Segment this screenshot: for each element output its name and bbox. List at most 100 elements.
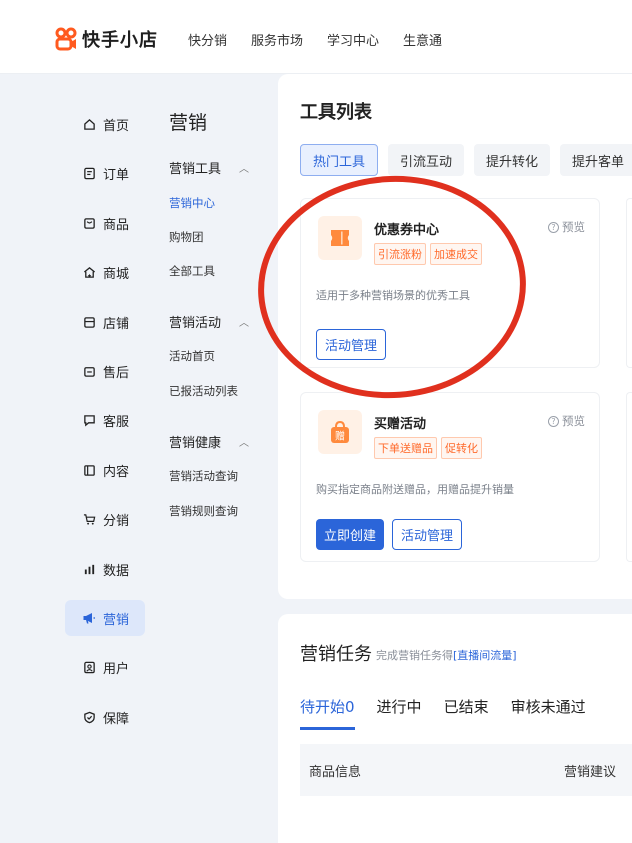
- tab-boost-conversion[interactable]: 提升转化: [474, 144, 551, 176]
- group-marketing-health[interactable]: 营销健康 ︿: [169, 432, 249, 451]
- nav-item-home[interactable]: 首页: [65, 106, 145, 142]
- tab-boost-order-value[interactable]: 提升客单: [560, 144, 632, 176]
- help-icon: ?: [548, 221, 559, 233]
- group-label: 营销活动: [169, 316, 222, 331]
- tool-description: 购买指定商品附送赠品，用赠品提升销量: [316, 483, 514, 496]
- tag: 加速成交: [430, 243, 482, 265]
- tool-card-peek[interactable]: [626, 392, 632, 562]
- tool-name: 买赠活动: [374, 417, 427, 432]
- live-traffic-link[interactable]: [直播间流量]: [453, 649, 517, 662]
- tasks-title: 营销任务: [300, 644, 372, 665]
- topnav-learning-center[interactable]: 学习中心: [327, 30, 379, 49]
- nav-item-mall[interactable]: 商城: [65, 254, 145, 290]
- nav-item-aftersale[interactable]: 售后: [65, 353, 145, 389]
- subnav-item-marketing-center[interactable]: 营销中心: [169, 195, 215, 211]
- nav-label: 营销: [103, 612, 130, 628]
- topnav-shengyitong[interactable]: 生意通: [403, 30, 442, 49]
- activity-manage-button[interactable]: 活动管理: [392, 519, 463, 550]
- help-icon: ?: [548, 415, 559, 427]
- task-table-header: 商品信息 营销建议: [300, 744, 632, 796]
- coupon-icon: [318, 216, 362, 260]
- card-actions: 立即创建 活动管理: [316, 519, 463, 550]
- subnav-item-rule-query[interactable]: 营销规则查询: [169, 503, 238, 519]
- create-now-button[interactable]: 立即创建: [316, 519, 385, 550]
- nav-label: 分销: [103, 513, 130, 529]
- nav-label: 保障: [103, 711, 130, 727]
- chevron-up-icon: ︿: [239, 164, 249, 175]
- tab-ended[interactable]: 已结束: [444, 696, 489, 730]
- tool-list-panel: 工具列表 热门工具 引流互动 提升转化 提升客单 优惠券中心 ? 预览 引流涨粉…: [278, 74, 632, 599]
- nav-item-distribution[interactable]: 分销: [65, 501, 145, 537]
- nav-label: 店铺: [103, 316, 130, 332]
- activity-manage-button[interactable]: 活动管理: [316, 329, 387, 360]
- preview-link[interactable]: ? 预览: [548, 413, 585, 429]
- group-marketing-tools[interactable]: 营销工具 ︿: [169, 158, 249, 177]
- tool-tags: 引流涨粉 加速成交: [374, 243, 482, 265]
- nav-label: 售后: [103, 365, 130, 381]
- subnav-item-activity-home[interactable]: 活动首页: [169, 348, 215, 364]
- gift-bag-icon: 赠: [318, 410, 362, 454]
- mall-icon: [82, 265, 96, 279]
- tag: 下单送赠品: [374, 437, 437, 459]
- service-icon: [82, 413, 96, 427]
- tab-pending[interactable]: 待开始0: [300, 696, 355, 730]
- preview-link[interactable]: ? 预览: [548, 219, 585, 235]
- tool-card-coupon-center[interactable]: 优惠券中心 ? 预览 引流涨粉 加速成交 适用于多种营销场景的优秀工具 活动管理: [300, 198, 600, 368]
- nav-item-content[interactable]: 内容: [65, 452, 145, 488]
- distribution-icon: [82, 512, 96, 526]
- nav-label: 商品: [103, 217, 130, 233]
- aftersale-icon: [82, 364, 96, 378]
- shop-icon: [82, 315, 96, 329]
- subnav-item-shopping-group[interactable]: 购物团: [169, 229, 204, 245]
- tool-list-title: 工具列表: [300, 102, 372, 123]
- card-actions: 活动管理: [316, 329, 387, 360]
- tab-hot-tools[interactable]: 热门工具: [300, 144, 379, 176]
- gift-icon-text: 赠: [335, 430, 345, 443]
- subnav-item-activity-query[interactable]: 营销活动查询: [169, 468, 238, 484]
- column-marketing-advice: 营销建议: [564, 764, 617, 780]
- nav-label: 用户: [103, 661, 130, 677]
- nav-item-customer-service[interactable]: 客服: [65, 402, 145, 438]
- subnav-item-all-tools[interactable]: 全部工具: [169, 263, 215, 279]
- preview-label: 预览: [562, 414, 585, 428]
- nav-label: 内容: [103, 464, 130, 480]
- order-icon: [82, 166, 96, 180]
- tab-rejected[interactable]: 审核未通过: [511, 696, 586, 730]
- nav-item-data[interactable]: 数据: [65, 551, 145, 587]
- top-bar: 快手小店 快分销 服务市场 学习中心 生意通: [0, 0, 632, 74]
- tool-card-peek[interactable]: [626, 198, 632, 368]
- nav-item-marketing[interactable]: 营销: [65, 600, 145, 636]
- topnav-service-market[interactable]: 服务市场: [251, 30, 303, 49]
- tasks-subtitle-text: 完成营销任务得: [376, 649, 453, 662]
- group-marketing-activities[interactable]: 营销活动 ︿: [169, 312, 249, 331]
- tool-description: 适用于多种营销场景的优秀工具: [316, 289, 470, 302]
- nav-label: 数据: [103, 563, 130, 579]
- nav-item-guarantee[interactable]: 保障: [65, 699, 145, 735]
- data-icon: [82, 562, 96, 576]
- logo[interactable]: 快手小店: [54, 26, 158, 52]
- chevron-up-icon: ︿: [239, 438, 249, 449]
- tasks-subtitle: 完成营销任务得[直播间流量]: [376, 647, 517, 663]
- nav-item-orders[interactable]: 订单: [65, 155, 145, 191]
- nav-item-users[interactable]: 用户: [65, 649, 145, 685]
- nav-item-goods[interactable]: 商品: [65, 205, 145, 241]
- preview-label: 预览: [562, 220, 585, 234]
- home-icon: [82, 117, 96, 131]
- topnav-kuaifenxiao[interactable]: 快分销: [188, 30, 227, 49]
- tool-tags: 下单送赠品 促转化: [374, 437, 482, 459]
- subnav-item-registered-activities[interactable]: 已报活动列表: [169, 383, 238, 399]
- tool-card-gift-activity[interactable]: 赠 买赠活动 ? 预览 下单送赠品 促转化 购买指定商品附送赠品，用赠品提升销量…: [300, 392, 600, 562]
- subnav-title: 营销: [169, 112, 208, 134]
- nav-label: 首页: [103, 118, 130, 134]
- shield-icon: [82, 710, 96, 724]
- task-tabs: 待开始0 进行中 已结束 审核未通过: [300, 696, 586, 730]
- left-nav: 首页 订单 商品 商城 店铺 售后 客服 内容 分销 数据 营销 用户 保障: [0, 74, 150, 843]
- group-label: 营销健康: [169, 436, 222, 451]
- tab-in-progress[interactable]: 进行中: [377, 696, 422, 730]
- tab-traffic-interaction[interactable]: 引流互动: [388, 144, 465, 176]
- nav-item-shop[interactable]: 店铺: [65, 304, 145, 340]
- nav-label: 客服: [103, 414, 130, 430]
- brand-name: 快手小店: [82, 30, 158, 51]
- tool-name: 优惠券中心: [374, 223, 440, 238]
- tag: 引流涨粉: [374, 243, 426, 265]
